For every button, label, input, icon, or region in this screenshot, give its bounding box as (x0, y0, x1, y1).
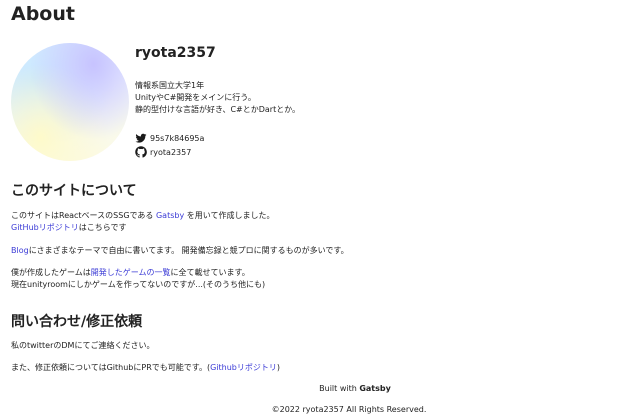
about-paragraph-gatsby: このサイトはReactベースのSSGである Gatsby を用いて作成しました。 (11, 210, 275, 222)
gatsby-brand: Gatsby (359, 384, 391, 393)
avatar (11, 43, 129, 161)
bio-line: UnityやC#開発をメインに行う。 (135, 93, 256, 102)
twitter-handle: 95s7k84695a (150, 133, 205, 143)
twitter-link[interactable]: 95s7k84695a (135, 132, 204, 144)
text: また、修正依頼についてはGithubにPRでも可能です。( (11, 363, 211, 372)
github-icon (135, 146, 147, 158)
profile-name: ryota2357 (135, 45, 216, 61)
about-paragraph-games: 僕が作成したゲームは開発したゲームの一覧に全て載せています。 (11, 267, 250, 279)
footer-built-with: Built with Gatsby (0, 384, 630, 393)
footer-copyright: ©2022 ryota2357 All Rights Reserved. (271, 405, 427, 414)
gatsby-link[interactable]: Gatsby (156, 211, 184, 220)
contact-paragraph-pr: また、修正依頼についてはGithubにPRでも可能です。(Githubリポジトリ… (11, 362, 280, 374)
text: にさまざまなテーマで自由に書いてます。 開発備忘録と競プロに関するものが多いです… (28, 246, 349, 255)
contact-paragraph-dm: 私のtwitterのDMにてご連絡ください。 (11, 341, 155, 350)
profile-bio: 情報系国立大学1年 UnityやC#開発をメインに行う。 静的型付けな言語が好き… (135, 80, 300, 116)
about-paragraph-repo: GitHubリポジトリはこちらです (11, 222, 127, 234)
bio-line: 静的型付けな言語が好き、C#とかDartとか。 (135, 105, 301, 114)
contact-heading: 問い合わせ/修正依頼 (11, 314, 143, 330)
text: ) (276, 363, 280, 372)
about-site-heading: このサイトについて (11, 183, 137, 199)
twitter-icon (135, 133, 147, 143)
text: 僕が作成したゲームは (11, 268, 91, 277)
github-repo-link[interactable]: Githubリポジトリ (210, 363, 277, 372)
about-paragraph-blog: Blogにさまざまなテーマで自由に書いてます。 開発備忘録と競プロに関するものが… (11, 245, 349, 257)
text: はこちらです (78, 223, 127, 232)
bio-line: 情報系国立大学1年 (135, 81, 205, 90)
text: このサイトはReactベースのSSGである (11, 211, 156, 220)
github-handle: ryota2357 (150, 147, 192, 157)
about-paragraph-unityroom: 現在unityroomにしかゲームを作ってないのですが...(そのうち他にも) (11, 280, 266, 289)
text: に全て載せています。 (170, 268, 250, 277)
github-repo-link[interactable]: GitHubリポジトリ (11, 223, 79, 232)
text: Built with (319, 384, 357, 393)
text: を用いて作成しました。 (184, 211, 275, 220)
blog-link[interactable]: Blog (11, 246, 29, 255)
games-list-link[interactable]: 開発したゲームの一覧 (91, 268, 171, 277)
page-title: About (11, 3, 75, 25)
github-link[interactable]: ryota2357 (135, 146, 191, 158)
